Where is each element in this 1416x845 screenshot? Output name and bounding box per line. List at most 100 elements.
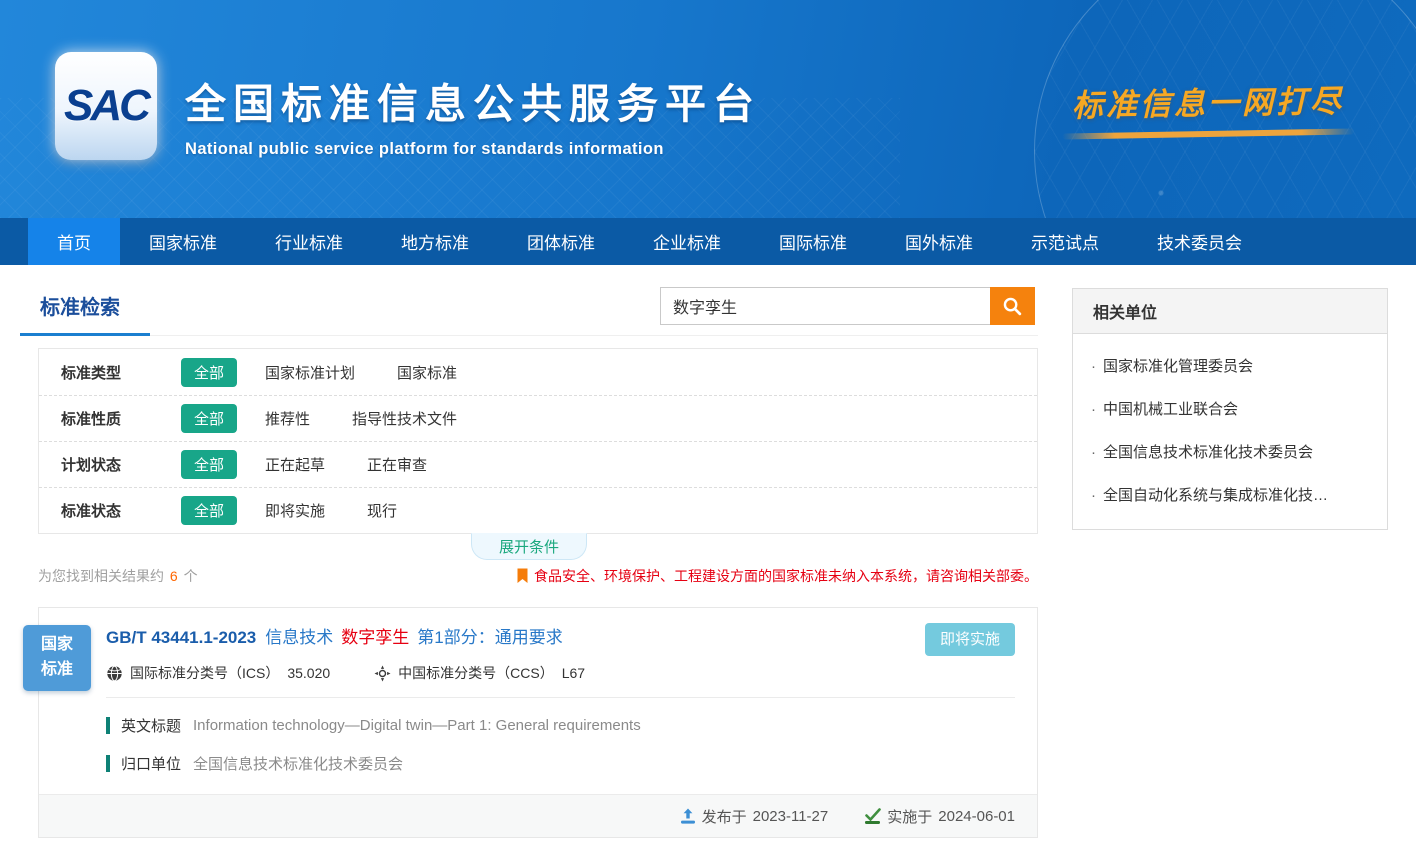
slogan-underline <box>1062 128 1354 139</box>
nav-item-home[interactable]: 首页 <box>28 218 120 265</box>
header-slogan-text: 标准信息一网打尽 <box>1072 84 1345 124</box>
bullet-dot: · <box>1091 401 1096 418</box>
card-body: GB/T 43441.1-2023 信息技术数字孪生第1部分：通用要求 即将实施 <box>39 608 1037 778</box>
search-section-head: 标准检索 <box>20 279 1038 336</box>
site-header: SAC 全国标准信息公共服务平台 National public service… <box>0 0 1416 218</box>
globe-icon <box>106 665 123 682</box>
ccs-value: L67 <box>562 665 585 681</box>
filter-standard-status-option-1[interactable]: 现行 <box>367 500 397 521</box>
nav-item-industry-standard[interactable]: 行业标准 <box>246 218 372 265</box>
standard-title-link[interactable]: GB/T 43441.1-2023 信息技术数字孪生第1部分：通用要求 <box>106 628 563 647</box>
filter-standard-type-option-0[interactable]: 国家标准计划 <box>265 362 355 383</box>
filter-panel: 标准类型全部国家标准计划国家标准标准性质全部推荐性指导性技术文件计划状态全部正在… <box>38 348 1038 534</box>
nav-item-enterprise-standard[interactable]: 企业标准 <box>624 218 750 265</box>
main-nav: 首页国家标准行业标准地方标准团体标准企业标准国际标准国外标准示范试点技术委员会 <box>0 218 1416 265</box>
implement-label: 实施于 <box>887 806 932 827</box>
status-badge: 即将实施 <box>925 623 1015 656</box>
committee-row: 归口单位 全国信息技术标准化技术委员会 <box>106 753 1015 774</box>
results-count: 为您找到相关结果约 6 个 <box>38 566 198 586</box>
related-unit-link-0[interactable]: ·国家标准化管理委员会 <box>1091 355 1369 376</box>
expand-wrap: 展开条件 <box>20 534 1038 561</box>
bullet-dot: · <box>1091 444 1096 461</box>
committee-value: 全国信息技术标准化技术委员会 <box>193 753 403 774</box>
nav-item-foreign-standard[interactable]: 国外标准 <box>876 218 1002 265</box>
english-title-label: 英文标题 <box>121 715 181 736</box>
standard-title-highlight[interactable]: 数字孪生 <box>341 628 409 647</box>
ics-value: 35.020 <box>287 665 330 681</box>
card-footer: 发布于 2023-11-27 实施于 2024-06-01 <box>39 794 1037 837</box>
nav-item-local-standard[interactable]: 地方标准 <box>372 218 498 265</box>
results-count-prefix: 为您找到相关结果约 <box>38 568 164 584</box>
filter-row-standard-type: 标准类型全部 国家标准计划 国家标准 <box>39 349 1037 395</box>
filter-label-plan-status: 计划状态 <box>61 454 181 475</box>
filter-standard-nature-option-0[interactable]: 推荐性 <box>265 408 310 429</box>
search-icon <box>1002 296 1023 317</box>
search-box <box>660 287 1035 325</box>
filter-standard-nature-all[interactable]: 全部 <box>181 404 237 433</box>
publish-date: 2023-11-27 <box>753 808 829 825</box>
results-meta: 为您找到相关结果约 6 个 食品安全、环境保护、工程建设方面的国家标准未纳入本系… <box>38 566 1038 586</box>
main-content: 标准检索 标准类型全部国家标准计划国家标准标准性质全部推荐性指导性技术文件计划状… <box>0 265 1416 838</box>
standard-result-card: 国家 标准 GB/T 43441.1-2023信息技术数字孪生第1部分：通用要求… <box>38 607 1038 838</box>
sac-logo: SAC <box>55 52 157 160</box>
filter-standard-nature-option-1[interactable]: 指导性技术文件 <box>352 408 457 429</box>
results-notice: 食品安全、环境保护、工程建设方面的国家标准未纳入本系统，请咨询相关部委。 <box>516 566 1038 586</box>
sac-logo-text: SAC <box>64 81 148 131</box>
english-title-value: Information technology—Digital twin—Part… <box>193 717 641 734</box>
related-unit-item: ·全国自动化系统与集成标准化技… <box>1073 472 1387 515</box>
filter-label-standard-type: 标准类型 <box>61 362 181 383</box>
related-unit-link-2[interactable]: ·全国信息技术标准化技术委员会 <box>1091 441 1369 462</box>
filter-row-standard-nature: 标准性质全部 推荐性 指导性技术文件 <box>39 395 1037 441</box>
expand-conditions-button[interactable]: 展开条件 <box>471 533 587 560</box>
classification-row: 国际标准分类号（ICS） 35.020 中国标准分类号（CCS <box>106 663 1015 683</box>
nav-item-pilot-demo[interactable]: 示范试点 <box>1002 218 1128 265</box>
filter-standard-type-all[interactable]: 全部 <box>181 358 237 387</box>
filter-standard-status-option-0[interactable]: 即将实施 <box>265 500 325 521</box>
site-subtitle: National public service platform for sta… <box>185 140 761 159</box>
bookmark-icon <box>516 568 529 584</box>
ccs-item: 中国标准分类号（CCS） L67 <box>374 663 585 683</box>
results-count-suffix: 个 <box>184 568 198 584</box>
type-badge-line1: 国家 <box>41 633 73 658</box>
filter-standard-status-all[interactable]: 全部 <box>181 496 237 525</box>
filter-plan-status-option-1[interactable]: 正在审查 <box>367 454 427 475</box>
upload-icon <box>680 808 696 825</box>
ccs-label: 中国标准分类号（CCS） <box>398 663 554 683</box>
related-units-list: ·国家标准化管理委员会 ·中国机械工业联合会 ·全国信息技术标准化技术委员会 ·全国自… <box>1073 334 1387 529</box>
related-unit-link-3[interactable]: ·全国自动化系统与集成标准化技… <box>1091 484 1369 505</box>
header-slogan: 标准信息一网打尽 <box>1062 75 1355 139</box>
publish-label: 发布于 <box>702 806 747 827</box>
search-button[interactable] <box>990 287 1035 325</box>
search-input[interactable] <box>660 287 990 325</box>
teal-bar <box>106 717 110 734</box>
tab-standard-search[interactable]: 标准检索 <box>20 291 150 336</box>
filter-row-standard-status: 标准状态全部即将实施现行 <box>39 487 1037 533</box>
related-units-panel: 相关单位 ·国家标准化管理委员会 ·中国机械工业联合会 ·全国信息技术标准化技术委员… <box>1072 288 1388 530</box>
check-icon <box>864 808 881 825</box>
ics-item: 国际标准分类号（ICS） 35.020 <box>106 663 330 683</box>
standard-title-part2[interactable]: 第1部分：通用要求 <box>417 628 562 647</box>
filter-plan-status-all[interactable]: 全部 <box>181 450 237 479</box>
nav-item-national-standard[interactable]: 国家标准 <box>120 218 246 265</box>
filter-label-standard-nature: 标准性质 <box>61 408 181 429</box>
related-units-title: 相关单位 <box>1073 289 1387 334</box>
nav-item-group-standard[interactable]: 团体标准 <box>498 218 624 265</box>
filter-standard-type-option-1[interactable]: 国家标准 <box>397 362 457 383</box>
teal-bar <box>106 755 110 772</box>
related-unit-item: ·中国机械工业联合会 <box>1073 386 1387 429</box>
related-unit-link-1[interactable]: ·中国机械工业联合会 <box>1091 398 1369 419</box>
site-title: 全国标准信息公共服务平台 <box>185 70 761 130</box>
nav-item-international-standard[interactable]: 国际标准 <box>750 218 876 265</box>
standard-title-part1[interactable]: 信息技术 <box>265 628 333 647</box>
standard-code[interactable]: GB/T 43441.1-2023 <box>106 628 256 647</box>
filter-row-plan-status: 计划状态全部 正在起草 正在审查 <box>39 441 1037 487</box>
nav-item-technical-committee[interactable]: 技术委员会 <box>1128 218 1271 265</box>
committee-label: 归口单位 <box>121 753 181 774</box>
implement-date: 2024-06-01 <box>938 808 1015 825</box>
bullet-dot: · <box>1091 487 1096 504</box>
results-count-number: 6 <box>170 568 178 584</box>
filter-plan-status-option-0[interactable]: 正在起草 <box>265 454 325 475</box>
page: SAC 全国标准信息公共服务平台 National public service… <box>0 0 1416 845</box>
ics-label: 国际标准分类号（ICS） <box>130 663 279 683</box>
english-title-row: 英文标题 Information technology—Digital twin… <box>106 715 1015 736</box>
